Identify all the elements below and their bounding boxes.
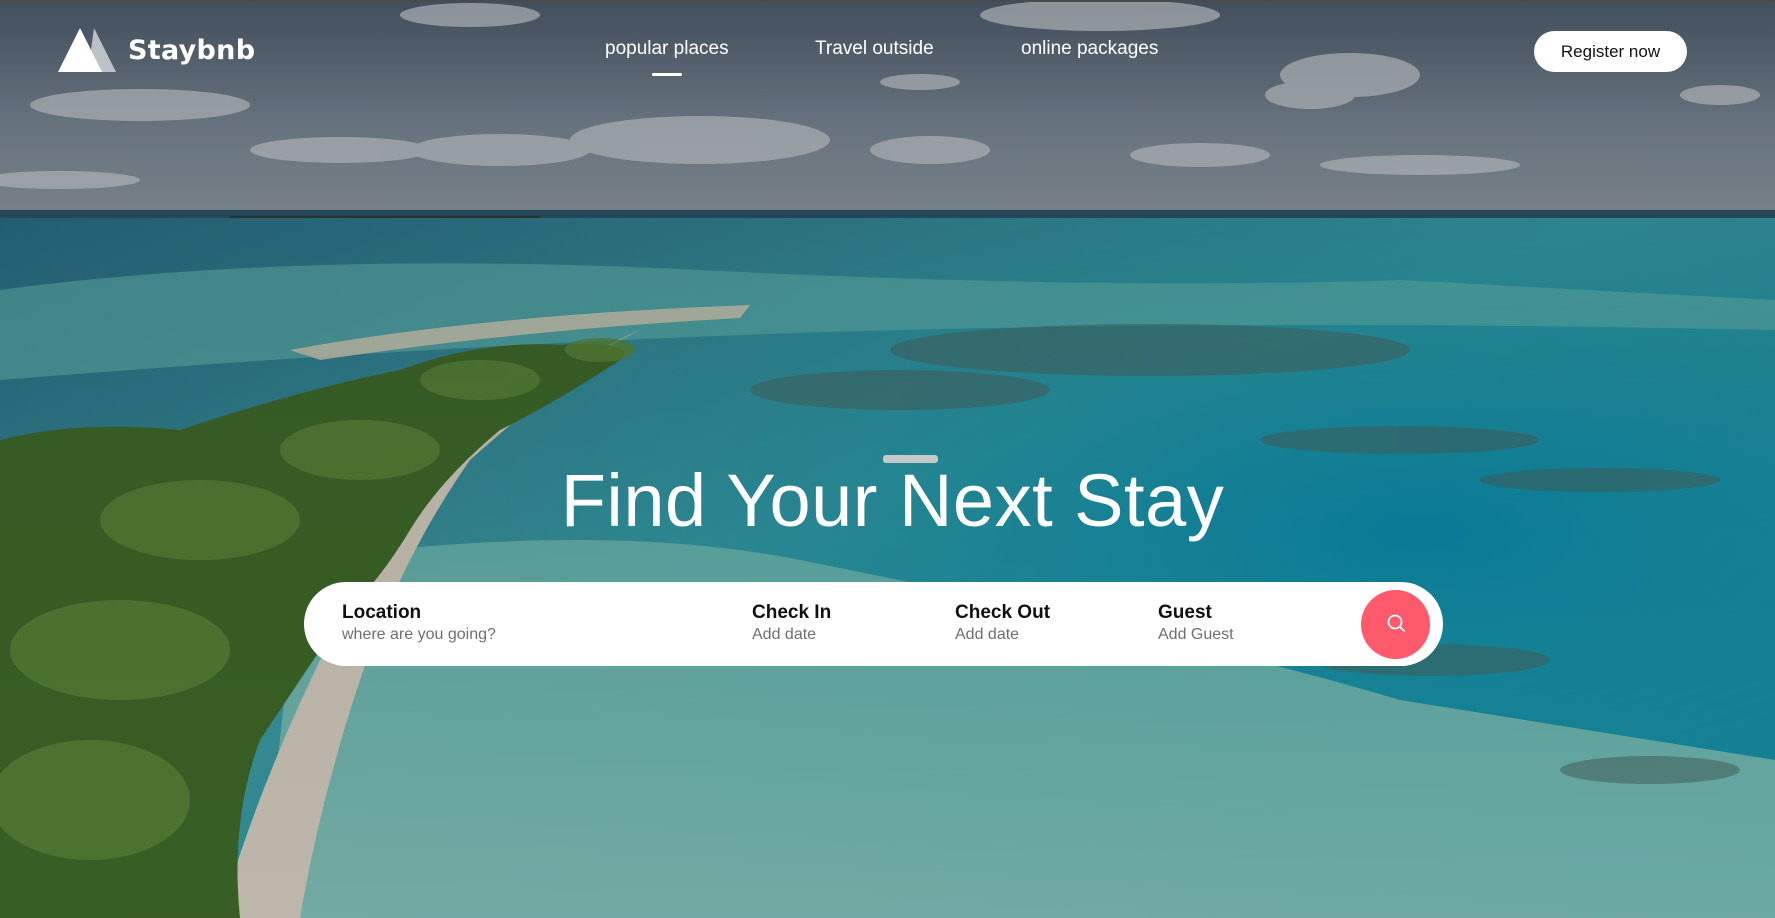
hero-headline: Find Your Next Stay <box>0 458 1775 543</box>
nav-item-popular-places[interactable]: popular places <box>605 38 729 76</box>
register-button[interactable]: Register now <box>1534 31 1687 72</box>
check-out-field[interactable]: Check Out Add date <box>955 602 1050 645</box>
hero-headline-text: Find Your Next Stay <box>560 459 1225 542</box>
check-out-label: Check Out <box>955 602 1051 623</box>
check-in-field[interactable]: Check In Add date <box>752 602 831 645</box>
check-out-placeholder: Add date <box>955 626 1020 643</box>
nav-item-travel-outside[interactable]: Travel outside <box>815 38 934 60</box>
location-field[interactable]: Location where are you going? <box>342 602 496 645</box>
guest-label: Guest <box>1158 602 1212 623</box>
check-in-label: Check In <box>752 602 832 623</box>
top-border <box>0 0 1775 2</box>
main-nav: popular places Travel outside online pac… <box>0 38 1775 78</box>
guest-placeholder: Add Guest <box>1158 626 1234 643</box>
search-button[interactable] <box>1361 590 1430 659</box>
location-label: Location <box>342 602 422 623</box>
check-in-placeholder: Add date <box>752 626 817 643</box>
search-icon <box>1385 612 1407 637</box>
guest-field[interactable]: Guest Add Guest <box>1158 602 1234 645</box>
nav-item-online-packages[interactable]: online packages <box>1021 38 1158 60</box>
location-placeholder: where are you going? <box>342 626 496 643</box>
search-bar: Location where are you going? Check In A… <box>304 582 1443 666</box>
